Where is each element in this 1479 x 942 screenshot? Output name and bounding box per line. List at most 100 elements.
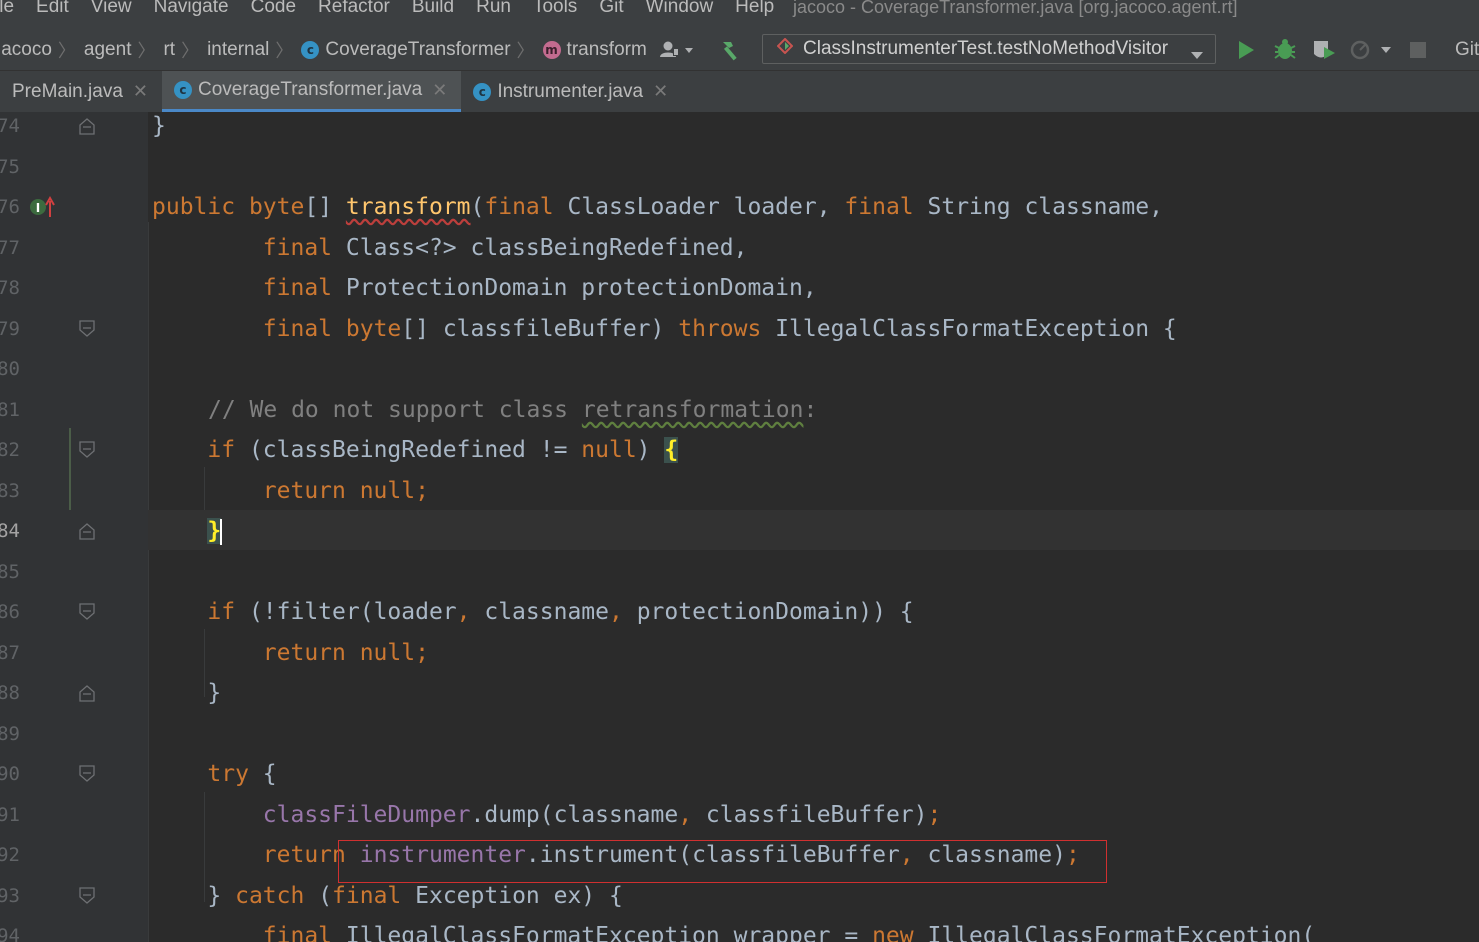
typo-word: retransformation [581, 397, 804, 423]
fold-start-icon[interactable] [79, 765, 95, 783]
code-text: final Class<?> classBeingRedefined, [262, 235, 748, 261]
code-line: 81 // We do not support class retransfor… [0, 396, 1479, 436]
menu-build[interactable]: Build [412, 0, 454, 16]
run-icon[interactable] [1236, 38, 1256, 62]
highlight-annotation-box [338, 840, 1107, 883]
chevron-right-icon: 〉 [275, 41, 294, 61]
close-icon[interactable]: ✕ [133, 81, 148, 102]
code-text: } [152, 113, 166, 139]
breadcrumb-method[interactable]: m transform [542, 39, 647, 61]
profiler-dropdown-icon[interactable] [1348, 38, 1396, 62]
line-number: 79 [0, 318, 20, 340]
tab-label: Instrumenter.java [497, 80, 644, 102]
breadcrumb-internal[interactable]: internal [207, 39, 269, 61]
method-icon: m [542, 41, 561, 59]
editor-tab-bar: PreMain.java ✕ c CoverageTransformer.jav… [0, 71, 1479, 113]
code-text: classFileDumper.dump(classname, classfil… [262, 802, 942, 828]
line-number: 92 [0, 844, 20, 866]
stop-icon[interactable] [1408, 38, 1428, 62]
line-number: 90 [0, 763, 20, 785]
code-line: 76 I public byte[] transform(final Class… [0, 193, 1479, 233]
line-number: 80 [0, 358, 20, 380]
code-text: } catch (final Exception ex) { [152, 883, 623, 909]
breadcrumb-label: internal [207, 39, 270, 60]
code-text: final IllegalClassFormatException wrappe… [262, 923, 1316, 942]
line-number: 83 [0, 480, 20, 502]
code-line: 82 if (classBeingRedefined != null) { [0, 436, 1479, 476]
implementation-marker-icon[interactable]: I [29, 195, 57, 224]
code-line: 85 [0, 558, 1479, 598]
breadcrumb-agent[interactable]: agent [84, 39, 132, 61]
menu-view[interactable]: View [91, 0, 132, 16]
code-editor[interactable]: 74 } 75 76 I public byte[] transform(fin… [0, 112, 1479, 942]
menu-navigate[interactable]: Navigate [154, 0, 229, 16]
menu-edit[interactable]: Edit [36, 0, 69, 16]
debug-icon[interactable] [1272, 38, 1298, 62]
build-hammer-icon[interactable] [718, 38, 746, 62]
class-icon: c [301, 41, 320, 59]
menu-code[interactable]: Code [251, 0, 296, 16]
git-label: Git [1455, 39, 1479, 60]
tab-coveragetransformer[interactable]: c CoverageTransformer.java ✕ [161, 71, 462, 112]
breadcrumb-class[interactable]: c CoverageTransformer [301, 39, 511, 61]
user-dropdown-icon[interactable] [656, 38, 696, 62]
menu-help[interactable]: Help [735, 0, 774, 16]
code-text: } [207, 518, 223, 545]
code-line: 93 } catch (final Exception ex) { [0, 882, 1479, 922]
code-line: 74 } [0, 112, 1479, 152]
fold-start-icon[interactable] [79, 441, 95, 459]
fold-end-icon[interactable] [79, 522, 95, 540]
code-line: 91 classFileDumper.dump(classname, class… [0, 801, 1479, 841]
run-with-coverage-icon[interactable] [1310, 38, 1338, 62]
code-line: 80 [0, 355, 1479, 395]
class-icon: c [473, 82, 492, 101]
run-configuration-selector[interactable]: ClassInstrumenterTest.testNoMethodVisito… [762, 34, 1216, 64]
line-number: 93 [0, 885, 20, 907]
tab-premain[interactable]: PreMain.java ✕ [0, 71, 162, 112]
line-number: 74 [0, 115, 20, 137]
line-number: 81 [0, 399, 20, 421]
line-number: 86 [0, 601, 20, 623]
fold-start-icon[interactable] [79, 603, 95, 621]
git-toolbar[interactable]: Git [1443, 38, 1479, 62]
tab-label: PreMain.java [12, 80, 123, 102]
chevron-down-icon [1191, 44, 1203, 66]
class-icon: c [173, 81, 192, 99]
code-text: public byte[] transform(final ClassLoade… [152, 194, 1163, 220]
code-text: try { [207, 761, 277, 787]
line-number: 78 [0, 277, 20, 299]
chevron-right-icon: 〉 [137, 41, 156, 61]
menu-tools[interactable]: Tools [533, 0, 577, 16]
line-number: 91 [0, 804, 20, 826]
fold-start-icon[interactable] [79, 887, 95, 905]
line-number: 75 [0, 156, 20, 178]
line-number: 76 [0, 196, 20, 218]
code-comment: // We do not support class retransformat… [208, 397, 818, 423]
breadcrumb-rt[interactable]: rt [163, 39, 175, 61]
chevron-right-icon: 〉 [181, 41, 200, 61]
code-text: final byte[] classfileBuffer) throws Ill… [262, 316, 1177, 342]
code-line: 79 final byte[] classfileBuffer) throws … [0, 315, 1479, 355]
chevron-right-icon: 〉 [516, 41, 535, 61]
svg-text:I: I [36, 201, 40, 215]
code-line: 90 try { [0, 760, 1479, 800]
code-line: 88 } [0, 679, 1479, 719]
tab-instrumenter[interactable]: c Instrumenter.java ✕ [461, 71, 682, 112]
breadcrumb-jacoco[interactable]: jacoco [0, 39, 52, 61]
window-title: jacoco - CoverageTransformer.java [org.j… [793, 0, 1238, 17]
gutter-background [0, 510, 148, 550]
menu-file[interactable]: ile [0, 0, 14, 16]
close-icon[interactable]: ✕ [653, 81, 668, 102]
line-number: 84 [0, 520, 20, 542]
menu-git[interactable]: Git [599, 0, 623, 16]
menu-window[interactable]: Window [646, 0, 714, 16]
line-number: 94 [0, 925, 20, 942]
fold-end-icon[interactable] [79, 117, 95, 135]
menu-run[interactable]: Run [476, 0, 511, 16]
menu-refactor[interactable]: Refactor [318, 0, 390, 16]
code-text: } [152, 680, 222, 706]
fold-start-icon[interactable] [79, 320, 95, 338]
code-line: 86 if (!filter(loader, classname, protec… [0, 598, 1479, 638]
close-icon[interactable]: ✕ [432, 80, 447, 101]
fold-end-icon[interactable] [79, 684, 95, 702]
